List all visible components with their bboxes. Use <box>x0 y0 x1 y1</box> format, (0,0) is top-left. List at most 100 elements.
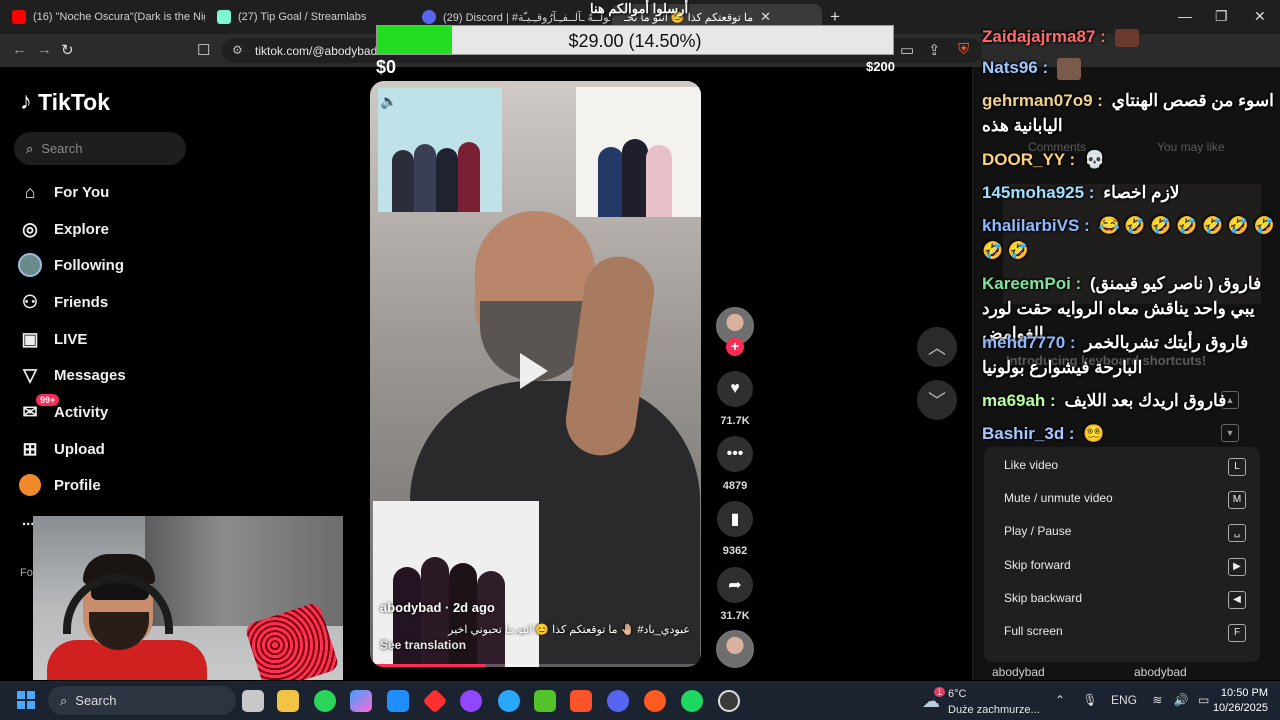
video-player[interactable]: 🔈 abodybad · 2d ago عبودي_باد# 🤚🏼 ما توق… <box>370 81 701 667</box>
like-button[interactable]: ♥ <box>717 371 753 407</box>
close-window-icon[interactable]: ✕ <box>1254 8 1266 25</box>
site-info-icon[interactable]: ⚙ <box>232 43 243 57</box>
play-icon[interactable] <box>520 353 548 389</box>
bookmark-page-icon[interactable]: ☐ <box>197 41 210 59</box>
webcam-overlay <box>33 516 343 680</box>
nav-explore[interactable]: ◎ Explore <box>18 214 109 244</box>
brave-icon[interactable] <box>570 690 592 712</box>
new-tab-button[interactable]: + <box>830 7 840 27</box>
shortcut-key: F <box>1228 624 1246 642</box>
cast-icon[interactable]: ▭ <box>900 41 914 59</box>
nav-following[interactable]: Following <box>18 250 124 280</box>
search-icon: ⌕ <box>26 140 34 156</box>
shortcut-label: Skip forward <box>1004 558 1071 572</box>
volume-icon[interactable]: 🔊 <box>1174 693 1189 707</box>
minimize-icon[interactable]: — <box>1178 8 1192 24</box>
reload-icon[interactable]: ↻ <box>61 41 74 59</box>
next-video-button[interactable]: ﹀ <box>917 380 957 420</box>
language-indicator[interactable]: ENG <box>1111 693 1137 707</box>
clock-time: 10:50 PM <box>1220 687 1268 699</box>
nav-friends[interactable]: ⚇ Friends <box>18 287 108 317</box>
chat-text: 😵‍💫 <box>1083 424 1105 443</box>
restore-icon[interactable]: ❐ <box>1215 8 1228 25</box>
tab-title: (27) Tip Goal / Streamlabs <box>238 11 367 23</box>
chevron-up-icon[interactable]: ⌃ <box>1055 693 1065 707</box>
windows-taskbar: ⌕ Search ☁ 1 6°C Duże zachmurze... ⌃ 🎙 E… <box>0 681 1280 720</box>
nav-messages[interactable]: ▽ Messages <box>18 360 126 390</box>
spotify-icon[interactable] <box>681 690 703 712</box>
copilot-icon[interactable] <box>350 690 372 712</box>
back-icon[interactable]: ← <box>12 41 27 58</box>
search-input[interactable]: ⌕ Search <box>14 132 186 165</box>
taskbar-search[interactable]: ⌕ Search <box>48 686 236 715</box>
ea-icon[interactable] <box>644 690 666 712</box>
chat-message: Nats96 : <box>982 55 1280 80</box>
tip-goal-title: أرسلوا أموالكم هنا <box>590 1 689 16</box>
sound-avatar[interactable] <box>716 630 754 668</box>
nav-upload[interactable]: ⊞ Upload <box>18 434 104 464</box>
twitch-icon[interactable] <box>460 690 482 712</box>
chat-message: Bashir_3d : 😵‍💫 <box>982 421 1280 446</box>
heart-icon: ♥ <box>730 380 740 397</box>
discord-icon[interactable] <box>607 690 629 712</box>
chat-message: 145moha925 : لازم اخصاء <box>982 180 1280 205</box>
bookmark-button[interactable]: ▮ <box>717 501 753 537</box>
edge-icon[interactable] <box>498 690 520 712</box>
chat-username: mehd7770 : <box>982 333 1076 352</box>
browser-tab-youtube[interactable]: (16) "Noche Oscura"(Dark is the Nigh <box>0 4 205 30</box>
tip-goal-max: $200 <box>866 59 895 74</box>
clock[interactable]: 10:50 PM 10/26/2025 <box>1196 686 1268 716</box>
weather-desc: Duże zachmurze... <box>948 704 1040 716</box>
share-button[interactable]: ➦ <box>717 567 753 603</box>
microphone-icon[interactable]: 🎙 <box>1082 693 1097 707</box>
tiktok-logo[interactable]: ♪ TikTok <box>20 88 110 116</box>
brave-shield-icon[interactable]: ⛨ <box>958 41 969 58</box>
tab-title: (16) "Noche Oscura"(Dark is the Nigh <box>33 11 205 23</box>
close-tab-icon[interactable]: ✕ <box>760 9 771 25</box>
chat-username: khalilarbiVS : <box>982 216 1090 235</box>
windows-start-icon[interactable] <box>17 691 35 709</box>
video-progress-bar[interactable] <box>370 664 701 667</box>
forward-icon[interactable]: → <box>37 41 52 58</box>
nav-live[interactable]: ▣ LIVE <box>18 324 87 354</box>
shortcut-label: Like video <box>1004 458 1059 472</box>
nav-activity[interactable]: ✉ 99+ Activity <box>18 394 108 427</box>
share-count: 31.7K <box>720 610 750 622</box>
activity-badge: 99+ <box>36 394 60 406</box>
previous-video-button[interactable]: ︿ <box>917 327 957 367</box>
clock-date: 10/26/2025 <box>1212 702 1268 714</box>
file-explorer-icon[interactable] <box>277 690 299 712</box>
store-icon[interactable] <box>387 690 409 712</box>
volume-icon[interactable]: 🔈 <box>380 93 397 110</box>
upload-icon: ⊞ <box>22 438 38 459</box>
chat-message: khalilarbiVS : 😂 🤣 🤣 🤣 🤣 🤣 🤣 🤣 🤣 <box>982 213 1280 263</box>
obs-icon[interactable] <box>718 690 740 712</box>
share-icon[interactable]: ⇪ <box>928 41 941 59</box>
shortcut-key: M <box>1228 491 1246 509</box>
like-count: 71.7K <box>720 415 750 427</box>
app-icon[interactable] <box>422 688 448 714</box>
comment-button[interactable]: ••• <box>717 436 753 472</box>
nav-label: Messages <box>54 366 126 384</box>
following-section-label: Fo <box>20 567 33 579</box>
browser-tab-streamlabs[interactable]: (27) Tip Goal / Streamlabs <box>205 4 405 30</box>
follow-plus-icon[interactable]: + <box>726 338 744 356</box>
related-author[interactable]: abodybad <box>992 665 1045 679</box>
brand-name: TikTok <box>38 88 110 115</box>
kick-icon[interactable] <box>534 690 556 712</box>
related-author[interactable]: abodybad <box>1134 665 1187 679</box>
shortcut-full-screen: Full screen F <box>1004 624 1254 644</box>
chevron-up-icon: ︿ <box>928 338 946 358</box>
nav-for-you[interactable]: ⌂ For You <box>18 177 110 207</box>
video-author[interactable]: abodybad · 2d ago <box>380 600 495 615</box>
see-translation-link[interactable]: See translation <box>380 638 466 652</box>
tip-goal-bar: $29.00 (14.50%) <box>376 25 894 55</box>
task-view-icon[interactable] <box>242 690 264 712</box>
tip-goal-amount: $29.00 (14.50%) <box>568 31 702 51</box>
share-arrow-icon: ➦ <box>728 577 742 594</box>
keyboard-shortcuts-panel: Like video L Mute / unmute video M Play … <box>984 447 1260 662</box>
wifi-icon[interactable]: ≋ <box>1152 693 1162 707</box>
xbox-icon[interactable] <box>314 690 336 712</box>
live-icon: ▣ <box>21 328 39 349</box>
nav-profile[interactable]: Profile <box>18 470 101 500</box>
